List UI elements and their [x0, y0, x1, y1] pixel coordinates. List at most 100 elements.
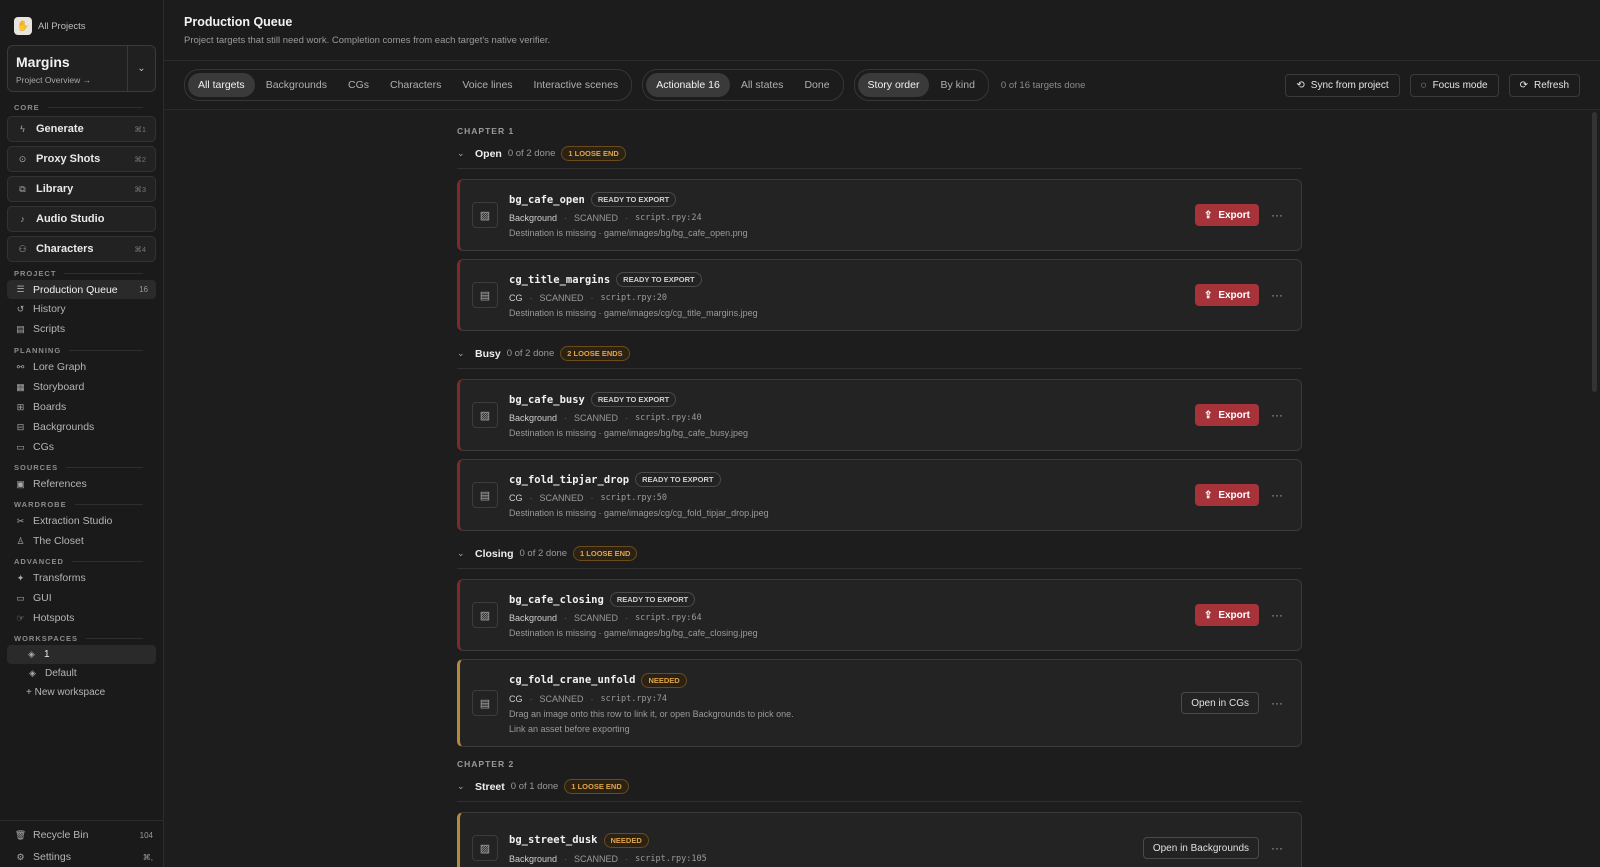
- group-header[interactable]: ⌄ Open 0 of 2 done 1 LOOSE END: [457, 139, 1302, 169]
- bolt-icon: ϟ: [20, 124, 25, 134]
- nav-transforms[interactable]: ✦ Transforms: [0, 568, 163, 588]
- filter-actionable[interactable]: Actionable 16: [646, 73, 730, 97]
- target-name: cg_title_margins: [509, 273, 611, 286]
- nav-gui[interactable]: ▭ GUI: [0, 588, 163, 608]
- page-subtitle: Project targets that still need work. Co…: [184, 35, 551, 46]
- upload-icon: ⇪: [1203, 209, 1213, 221]
- status-badge: READY TO EXPORT: [635, 472, 721, 487]
- project-switcher-chevron-icon[interactable]: ⌄: [127, 46, 155, 91]
- nav-label: Generate: [36, 123, 84, 135]
- open-in-cgs-button[interactable]: Open in CGs: [1181, 692, 1259, 714]
- filter-backgrounds[interactable]: Backgrounds: [256, 73, 337, 97]
- target-card[interactable]: ▤ cg_fold_crane_unfold NEEDED CG · SCANNED ·…: [457, 659, 1302, 747]
- filter-all-states[interactable]: All states: [731, 73, 794, 97]
- target-card[interactable]: ▨ bg_street_dusk NEEDED Background · SCANNE…: [457, 812, 1302, 867]
- nav-storyboard[interactable]: ▦ Storyboard: [0, 377, 163, 397]
- target-card[interactable]: ▨ bg_cafe_open READY TO EXPORT Background…: [457, 179, 1302, 251]
- more-icon[interactable]: ···: [1269, 408, 1285, 422]
- group-header[interactable]: ⌄ Busy 0 of 2 done 2 LOOSE ENDS: [457, 339, 1302, 369]
- status-badge: READY TO EXPORT: [616, 272, 702, 287]
- export-button[interactable]: ⇪ Export: [1194, 404, 1259, 426]
- refresh-label: Refresh: [1533, 79, 1569, 91]
- focus-mode-button[interactable]: ◌ Focus mode: [1409, 73, 1499, 97]
- chapter-heading: CHAPTER 1: [457, 126, 515, 136]
- nav-generate[interactable]: ϟ Generate ⌘1: [7, 116, 156, 142]
- all-projects-link[interactable]: ✋ All Projects: [0, 0, 163, 38]
- target-card[interactable]: ▨ bg_cafe_closing READY TO EXPORT Backgro…: [457, 579, 1302, 651]
- project-overview-label: Project Overview →: [16, 75, 92, 85]
- sync-button[interactable]: ⟲ Sync from project: [1285, 73, 1400, 97]
- target-card[interactable]: ▨ bg_cafe_busy READY TO EXPORT Background…: [457, 379, 1302, 451]
- group-header[interactable]: ⌄ Street 0 of 1 done 1 LOOSE END: [457, 772, 1302, 802]
- project-overview-link[interactable]: Margins Project Overview →: [8, 46, 127, 91]
- image-icon: ▨: [472, 835, 498, 861]
- nav-label: History: [33, 303, 66, 315]
- order-story[interactable]: Story order: [857, 73, 930, 97]
- filter-all-targets[interactable]: All targets: [188, 73, 255, 97]
- more-icon[interactable]: ···: [1269, 841, 1285, 855]
- order-by-kind[interactable]: By kind: [930, 73, 984, 97]
- target-name: bg_cafe_closing: [509, 593, 604, 606]
- refresh-button[interactable]: ⟳ Refresh: [1508, 73, 1580, 97]
- more-icon[interactable]: ···: [1269, 608, 1285, 622]
- nav-recycle-bin[interactable]: 🗑 Recycle Bin 104: [0, 825, 163, 845]
- nav-audio-studio[interactable]: ♪ Audio Studio: [7, 206, 156, 232]
- nav-backgrounds[interactable]: ⊟ Backgrounds: [0, 417, 163, 437]
- section-sources: SOURCES: [0, 460, 163, 474]
- more-icon[interactable]: ···: [1269, 208, 1285, 222]
- target-card[interactable]: ▤ cg_fold_tipjar_drop READY TO EXPORT CG ·…: [457, 459, 1302, 531]
- image-icon: ▨: [472, 602, 498, 628]
- workspace-1[interactable]: ◈ 1: [7, 645, 156, 664]
- nav-label: Audio Studio: [36, 213, 105, 225]
- target-kind: CG: [509, 693, 523, 704]
- nav-references[interactable]: ▣ References: [0, 474, 163, 494]
- target-note: Destination is missing · game/images/cg/…: [509, 508, 769, 518]
- group-header[interactable]: ⌄ Closing 0 of 2 done 1 LOOSE END: [457, 539, 1302, 569]
- workspace-label: 1: [44, 649, 50, 660]
- nav-cgs[interactable]: ▭ CGs: [0, 437, 163, 457]
- nav-characters[interactable]: ⚇ Characters ⌘4: [7, 236, 156, 262]
- nav-production-queue[interactable]: ☰ Production Queue 16: [7, 280, 156, 299]
- nav-the-closet[interactable]: ♙ The Closet: [0, 531, 163, 551]
- scan-status: SCANNED: [539, 693, 584, 704]
- nav-lore-graph[interactable]: ⚯ Lore Graph: [0, 357, 163, 377]
- target-card[interactable]: ▤ cg_title_margins READY TO EXPORT CG · SCA…: [457, 259, 1302, 331]
- project-card: Margins Project Overview → ⌄: [7, 45, 156, 92]
- target-kind: CG: [509, 293, 523, 303]
- shortcut: ⌘3: [134, 184, 146, 194]
- scrollbar[interactable]: [1592, 112, 1597, 392]
- export-label: Export: [1218, 289, 1250, 301]
- image-icon: ▨: [472, 402, 498, 428]
- filter-done[interactable]: Done: [794, 73, 839, 97]
- nav-library[interactable]: ⧉ Library ⌘3: [7, 176, 156, 202]
- target-note: Destination is missing · game/images/bg/…: [509, 628, 758, 638]
- nav-history[interactable]: ↺ History: [0, 299, 163, 319]
- workspace-default[interactable]: ◈ Default: [0, 664, 163, 683]
- filter-cgs[interactable]: CGs: [338, 73, 379, 97]
- filter-characters[interactable]: Characters: [380, 73, 451, 97]
- section-core: CORE: [0, 100, 163, 114]
- status-badge: READY TO EXPORT: [590, 192, 677, 207]
- export-button[interactable]: ⇪ Export: [1194, 604, 1259, 626]
- export-button[interactable]: ⇪ Export: [1194, 204, 1259, 226]
- target-kind: Background: [509, 413, 558, 423]
- more-icon[interactable]: ···: [1269, 696, 1285, 710]
- open-in-backgrounds-button[interactable]: Open in Backgrounds: [1142, 837, 1259, 859]
- export-button[interactable]: ⇪ Export: [1194, 284, 1259, 306]
- loose-end-badge: 1 LOOSE END: [573, 546, 638, 561]
- filter-voice-lines[interactable]: Voice lines: [452, 73, 522, 97]
- nav-extraction-studio[interactable]: ✂ Extraction Studio: [0, 511, 163, 531]
- nav-settings[interactable]: ⚙ Settings ⌘,: [0, 847, 163, 867]
- nav-hotspots[interactable]: ☞ Hotspots: [0, 608, 163, 628]
- filter-interactive-scenes[interactable]: Interactive scenes: [524, 73, 629, 97]
- new-workspace-button[interactable]: + New workspace: [0, 683, 163, 702]
- more-icon[interactable]: ···: [1269, 488, 1285, 502]
- more-icon[interactable]: ···: [1269, 288, 1285, 302]
- nav-proxy-shots[interactable]: ⊙ Proxy Shots ⌘2: [7, 146, 156, 172]
- nav-scripts[interactable]: ▤ Scripts: [0, 319, 163, 339]
- shortcut: ⌘4: [134, 244, 146, 254]
- nav-boards[interactable]: ⊞ Boards: [0, 397, 163, 417]
- main-area: Production Queue Project targets that st…: [164, 0, 1600, 867]
- export-button[interactable]: ⇪ Export: [1194, 484, 1259, 506]
- list-icon: ☰: [16, 284, 25, 294]
